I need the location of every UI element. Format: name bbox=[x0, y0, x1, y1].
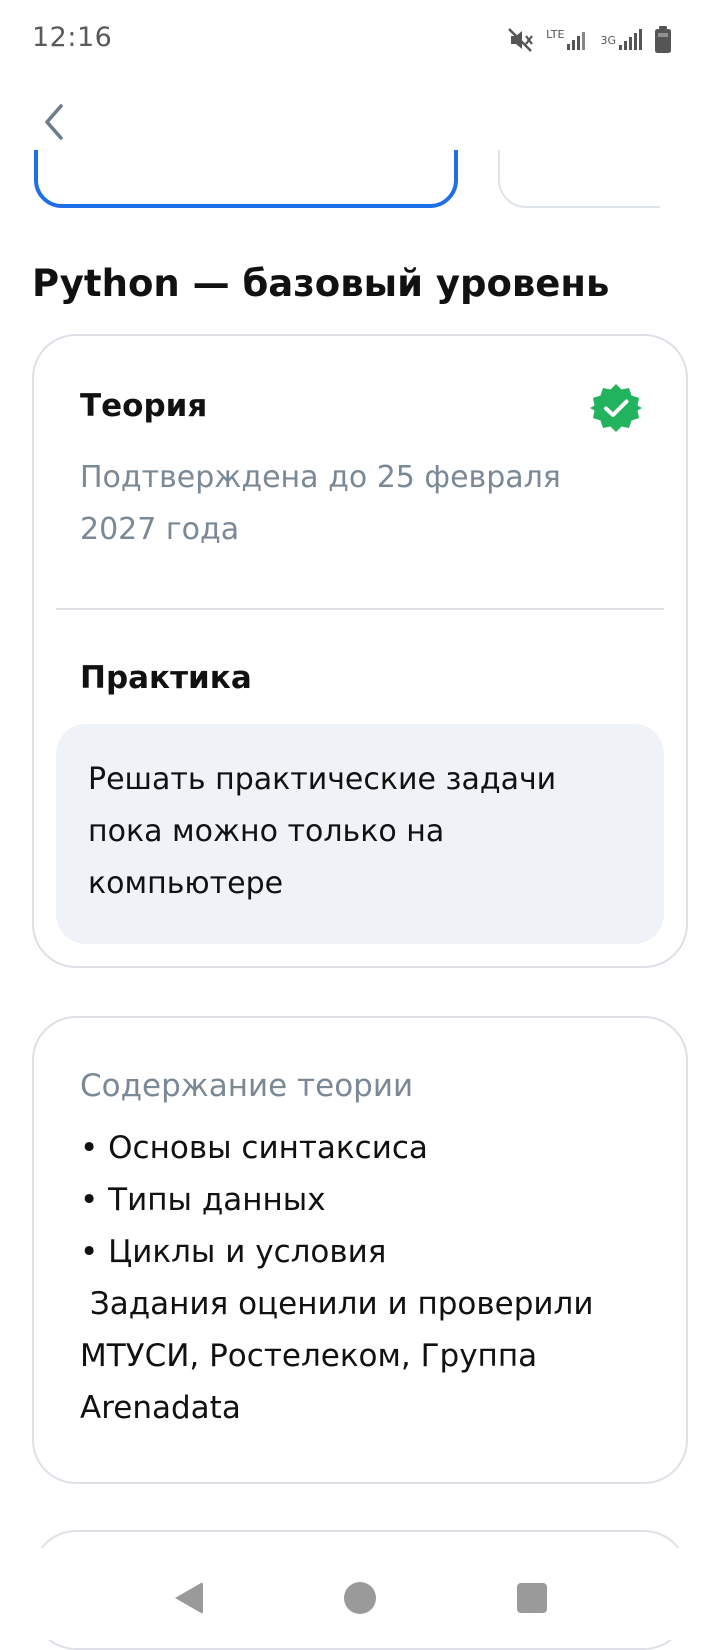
mute-icon bbox=[506, 26, 534, 54]
lte-label: LTE bbox=[546, 28, 565, 41]
3g-label: 3G bbox=[600, 33, 616, 47]
nav-home-icon bbox=[344, 1582, 376, 1614]
list-item: • Основы синтаксиса bbox=[80, 1130, 428, 1166]
contents-list: • Основы синтаксиса • Типы данных • Цикл… bbox=[80, 1122, 650, 1278]
verified-badge-icon bbox=[590, 384, 642, 432]
status-icons: LTE 3G bbox=[506, 24, 672, 56]
status-bar: 12:16 LTE 3G bbox=[0, 0, 720, 82]
3g-signal-icon: 3G bbox=[600, 29, 642, 51]
list-item: • Циклы и условия bbox=[80, 1234, 387, 1270]
course-title: Python — базовый уровень bbox=[32, 262, 610, 305]
list-item: • Типы данных bbox=[80, 1182, 326, 1218]
status-card: Теория Подтверждена до 25 февраля 2027 г… bbox=[32, 334, 688, 968]
battery-icon bbox=[654, 26, 672, 54]
back-button[interactable] bbox=[28, 96, 80, 148]
lte-signal-icon: LTE bbox=[546, 29, 588, 51]
nav-home-button[interactable] bbox=[330, 1568, 390, 1628]
divider bbox=[56, 608, 664, 610]
contents-title: Содержание теории bbox=[80, 1068, 414, 1104]
level-card-selected[interactable] bbox=[34, 150, 458, 208]
practice-title: Практика bbox=[80, 660, 252, 696]
theory-status-text: Подтверждена до 25 февраля 2027 года bbox=[80, 460, 561, 547]
navigation-bar bbox=[0, 1548, 720, 1640]
nav-back-icon bbox=[175, 1582, 203, 1614]
practice-note: Решать практические задачи пока можно то… bbox=[56, 724, 664, 944]
chevron-left-icon bbox=[45, 104, 63, 140]
nav-recents-icon bbox=[517, 1583, 547, 1613]
contents-note: Задания оценили и проверили МТУСИ, Росте… bbox=[80, 1286, 604, 1426]
contents-card: Содержание теории • Основы синтаксиса • … bbox=[32, 1016, 688, 1484]
theory-title: Теория bbox=[80, 388, 208, 424]
level-selector-strip bbox=[0, 150, 720, 210]
nav-recents-button[interactable] bbox=[502, 1568, 562, 1628]
strip-fade bbox=[660, 150, 720, 210]
status-time: 12:16 bbox=[32, 22, 113, 53]
nav-back-button[interactable] bbox=[158, 1568, 218, 1628]
